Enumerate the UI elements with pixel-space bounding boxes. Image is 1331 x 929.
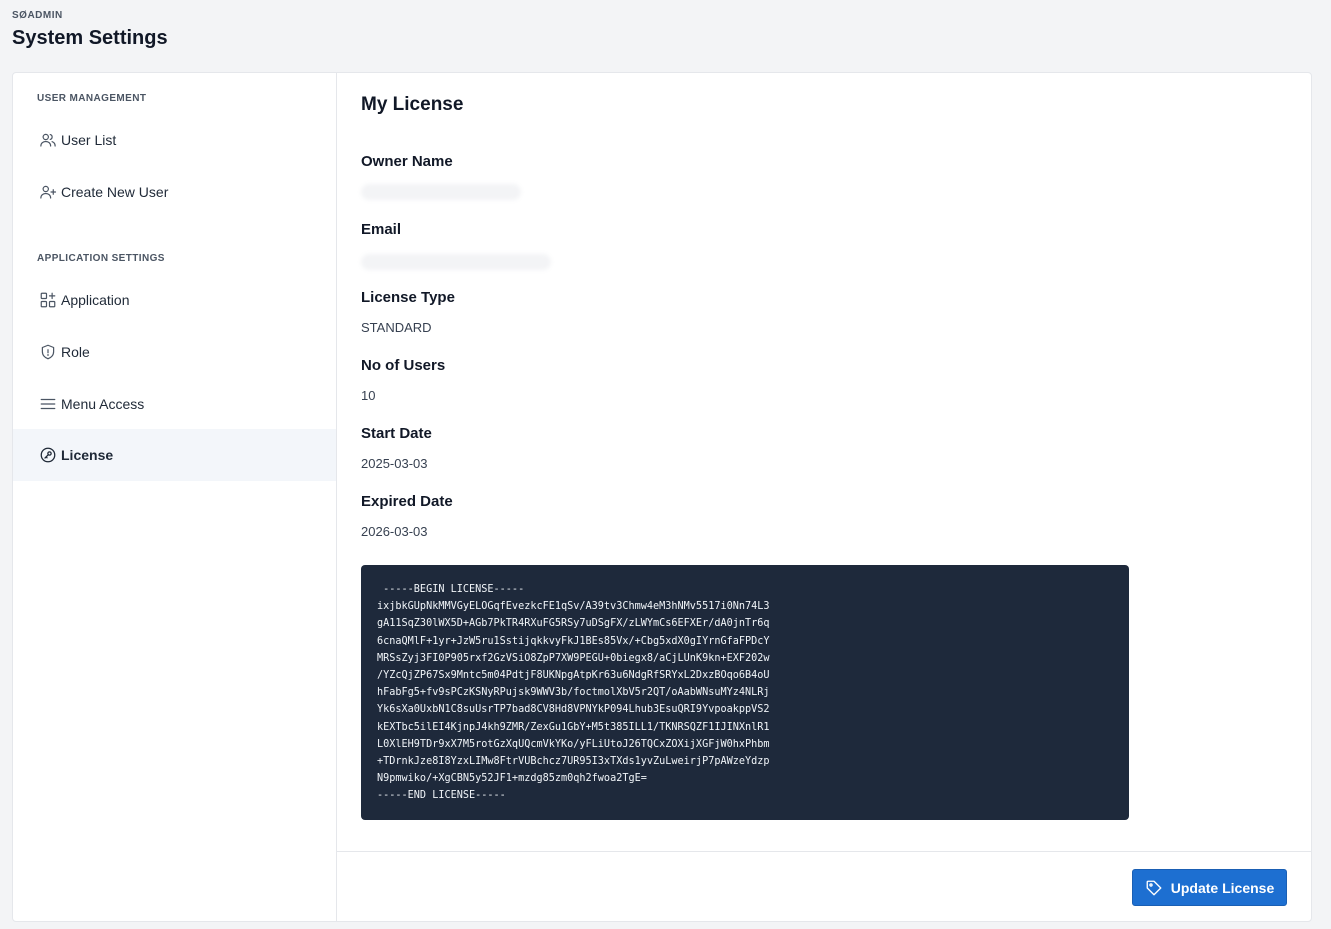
license-type-label: License Type bbox=[361, 289, 455, 306]
sidebar-item-create-new-user[interactable]: Create New User bbox=[13, 166, 336, 218]
sidebar-item-label: User List bbox=[61, 132, 117, 148]
license-panel: My License Owner Name Email License Type… bbox=[337, 73, 1311, 921]
owner-name-label: Owner Name bbox=[361, 153, 453, 170]
key-circle-icon bbox=[39, 446, 57, 464]
users-icon bbox=[39, 131, 57, 149]
app-name: SØADMIN bbox=[12, 10, 63, 21]
section-heading-user-management: USER MANAGEMENT bbox=[37, 93, 147, 104]
expired-date-label: Expired Date bbox=[361, 493, 453, 510]
tag-icon bbox=[1146, 880, 1162, 895]
section-heading-application-settings: APPLICATION SETTINGS bbox=[37, 253, 165, 264]
update-license-label: Update License bbox=[1170, 879, 1275, 896]
apps-add-icon bbox=[39, 291, 57, 309]
sidebar-item-license[interactable]: License bbox=[13, 429, 336, 481]
footer-divider bbox=[337, 851, 1311, 852]
owner-name-value-redacted bbox=[361, 184, 521, 200]
sidebar-item-label: Menu Access bbox=[61, 396, 145, 412]
menu-icon bbox=[39, 395, 57, 413]
sidebar-item-label: Create New User bbox=[61, 184, 169, 200]
start-date-label: Start Date bbox=[361, 425, 432, 442]
sidebar: USER MANAGEMENT User List Create New Use… bbox=[13, 73, 337, 921]
sidebar-item-application[interactable]: Application bbox=[13, 274, 336, 326]
section-title: My License bbox=[361, 94, 464, 115]
sidebar-item-menu-access[interactable]: Menu Access bbox=[13, 378, 336, 430]
email-value-redacted bbox=[361, 254, 551, 270]
user-plus-icon bbox=[39, 183, 57, 201]
page-header: SØADMIN System Settings bbox=[12, 10, 168, 50]
sidebar-item-role[interactable]: Role bbox=[13, 326, 336, 378]
expired-date-value: 2026-03-03 bbox=[361, 524, 428, 539]
sidebar-item-label: Role bbox=[61, 344, 90, 360]
update-license-button[interactable]: Update License bbox=[1132, 869, 1287, 906]
sidebar-item-user-list[interactable]: User List bbox=[13, 114, 336, 166]
settings-card: USER MANAGEMENT User List Create New Use… bbox=[12, 72, 1312, 922]
license-key-box[interactable]: -----BEGIN LICENSE----- ixjbkGUpNkMMVGyE… bbox=[361, 565, 1129, 820]
page-title: System Settings bbox=[12, 27, 168, 49]
users-count-value: 10 bbox=[361, 388, 376, 403]
shield-icon bbox=[39, 343, 57, 361]
users-count-label: No of Users bbox=[361, 357, 446, 374]
email-label: Email bbox=[361, 221, 402, 238]
license-type-value: STANDARD bbox=[361, 320, 432, 335]
license-key-text[interactable]: -----BEGIN LICENSE----- ixjbkGUpNkMMVGyE… bbox=[377, 581, 1113, 805]
start-date-value: 2025-03-03 bbox=[361, 456, 428, 471]
sidebar-item-label: Application bbox=[61, 292, 130, 308]
sidebar-item-label: License bbox=[61, 447, 114, 463]
